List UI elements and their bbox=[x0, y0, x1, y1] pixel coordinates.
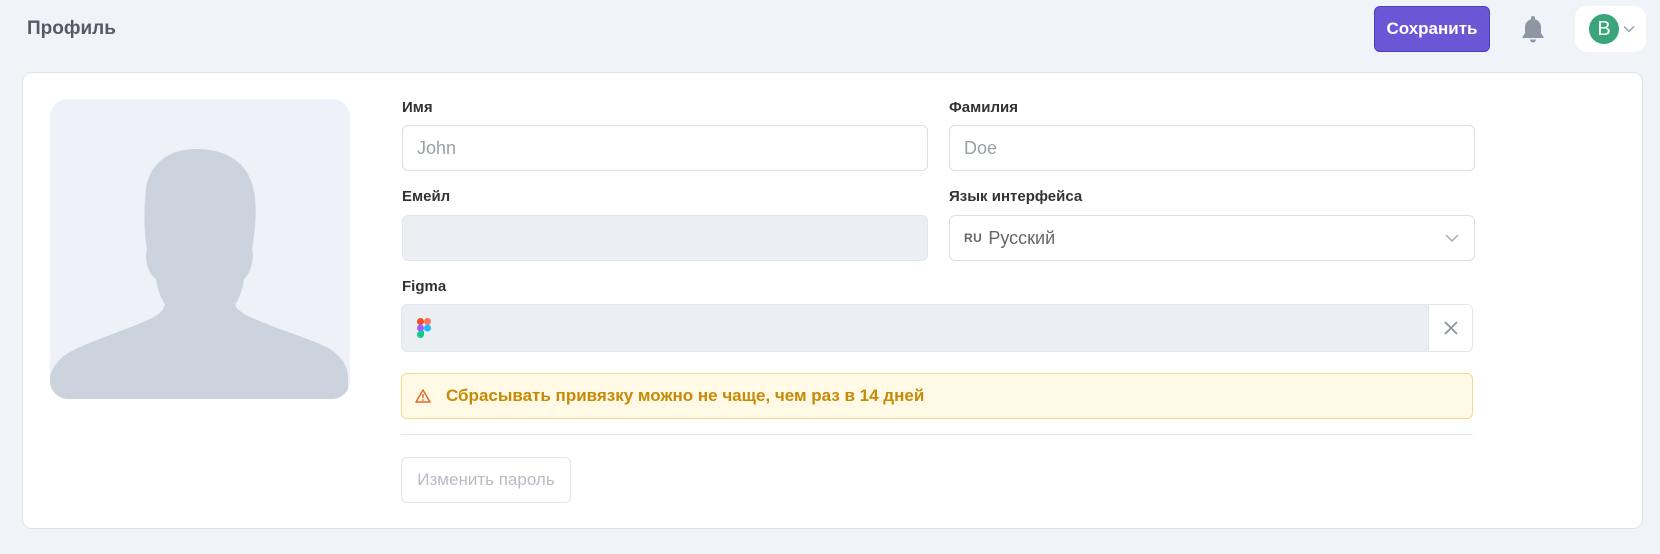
bell-icon bbox=[1522, 16, 1544, 43]
divider bbox=[401, 434, 1473, 435]
language-select[interactable]: RU Русский bbox=[949, 215, 1475, 261]
first-name-placeholder: John bbox=[417, 137, 457, 158]
user-menu[interactable]: B bbox=[1575, 6, 1646, 52]
email-field bbox=[402, 215, 928, 261]
chevron-down-icon bbox=[1623, 25, 1635, 33]
figma-clear-button[interactable] bbox=[1428, 305, 1472, 351]
figma-field[interactable] bbox=[401, 304, 1473, 352]
language-value: Русский bbox=[988, 227, 1056, 248]
warning-icon bbox=[415, 389, 431, 403]
first-name-input[interactable]: John bbox=[402, 125, 928, 171]
figma-label: Figma bbox=[402, 278, 447, 295]
close-icon bbox=[1443, 321, 1458, 335]
language-label: Язык интерфейса bbox=[949, 188, 1083, 205]
language-flag: RU bbox=[964, 231, 983, 245]
chevron-down-icon bbox=[1445, 234, 1459, 243]
profile-photo[interactable] bbox=[50, 99, 350, 399]
warning-text: Сбрасывать привязку можно не чаще, чем р… bbox=[446, 386, 925, 405]
page-title: Профиль bbox=[27, 18, 116, 39]
avatar: B bbox=[1589, 14, 1619, 44]
save-button[interactable]: Сохранить bbox=[1374, 6, 1490, 52]
email-label: Емейл bbox=[402, 188, 451, 205]
change-password-button[interactable]: Изменить пароль bbox=[401, 457, 571, 503]
last-name-input[interactable]: Doe bbox=[949, 125, 1475, 171]
person-silhouette-icon bbox=[50, 149, 348, 399]
figma-logo-icon bbox=[417, 318, 431, 338]
last-name-label: Фамилия bbox=[949, 99, 1018, 116]
profile-card: Имя John Фамилия Doe Емейл Язык интерфей… bbox=[22, 72, 1643, 529]
top-bar: Профиль Сохранить B bbox=[0, 0, 1660, 58]
notifications-button[interactable] bbox=[1520, 14, 1546, 44]
warning-banner: Сбрасывать привязку можно не чаще, чем р… bbox=[401, 373, 1473, 419]
first-name-label: Имя bbox=[402, 99, 433, 116]
last-name-placeholder: Doe bbox=[964, 137, 998, 158]
